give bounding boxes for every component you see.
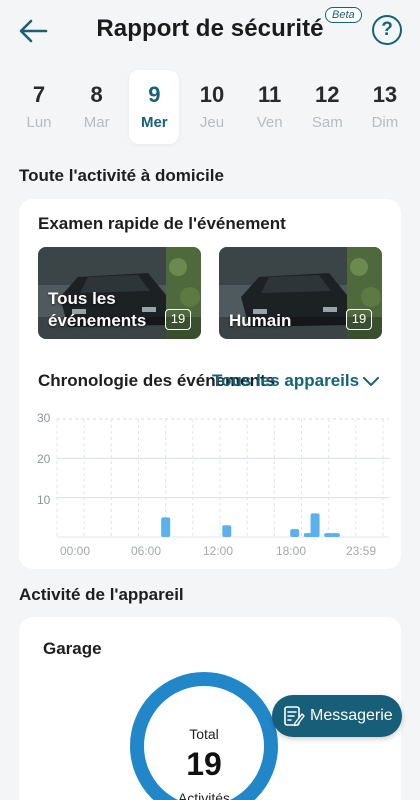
- day-number: 12: [315, 82, 340, 107]
- activity-donut-chart: Total 19 Activités: [130, 672, 278, 800]
- event-timeline-chart: [56, 418, 389, 538]
- help-button[interactable]: ?: [372, 15, 402, 45]
- chart-grid: [56, 418, 389, 538]
- day-number: 10: [199, 82, 225, 107]
- day-item[interactable]: 10 Jeu: [187, 70, 237, 144]
- day-number: 13: [372, 82, 398, 107]
- chart-bars: [161, 513, 340, 537]
- thumbnail-label: Humain: [229, 311, 292, 330]
- x-tick-label: 12:00: [203, 544, 234, 558]
- day-label: Jeu: [199, 114, 225, 131]
- day-item[interactable]: 12 Sam: [302, 70, 352, 144]
- day-item[interactable]: 11 Ven: [245, 70, 295, 144]
- donut-total-label: Total: [189, 726, 219, 742]
- day-label: Sam: [311, 114, 343, 131]
- day-label: Ven: [256, 114, 283, 131]
- device-filter-dropdown[interactable]: Tous les appareils: [212, 371, 380, 391]
- human-events-thumbnail[interactable]: Humain 19: [219, 247, 382, 339]
- quick-review-title: Examen rapide de l'événement: [38, 214, 286, 233]
- home-activity-card: Examen rapide de l'événement Tous les év…: [19, 199, 401, 569]
- beta-badge: Beta: [325, 7, 362, 23]
- donut-unit-label: Activités: [177, 790, 231, 800]
- day-label: Dim: [371, 114, 399, 131]
- messaging-button[interactable]: Messagerie: [272, 695, 402, 737]
- chart-bar: [161, 517, 171, 537]
- x-tick-label: 18:00: [276, 544, 307, 558]
- day-number: 11: [257, 82, 282, 107]
- device-activity-section-title: Activité de l'appareil: [19, 585, 184, 604]
- event-count-badge: 19: [346, 309, 372, 330]
- day-item[interactable]: 13 Dim: [360, 70, 410, 144]
- x-tick-label: 00:00: [60, 544, 91, 558]
- chevron-down-icon: [363, 376, 380, 386]
- device-name: Garage: [43, 639, 102, 658]
- day-label: Mer: [140, 114, 168, 131]
- day-item[interactable]: 8 Mar: [72, 70, 122, 144]
- home-activity-section-title: Toute l'activité à domicile: [19, 166, 224, 185]
- header: Rapport de sécurité Beta ?: [0, 0, 420, 62]
- day-selector: 7 Lun 8 Mar 9 Mer 10 Jeu 11 Ven 12 Sam 13 Dim: [14, 70, 410, 146]
- messaging-label: Messagerie: [310, 707, 393, 724]
- donut-total-value: 19: [186, 746, 222, 782]
- x-tick-label: 06:00: [131, 544, 162, 558]
- chart-bar: [330, 533, 340, 537]
- device-filter-label: Tous les appareils: [212, 371, 360, 390]
- x-tick-label: 23:59: [346, 544, 377, 558]
- thumbnail-label: Tous les événements: [48, 288, 158, 332]
- day-item-selected[interactable]: 9 Mer: [129, 70, 180, 144]
- thumbnail-label-text: Tous les événements: [48, 289, 147, 330]
- day-number: 7: [32, 82, 46, 107]
- day-label: Mar: [83, 114, 110, 131]
- day-number: 9: [148, 82, 161, 107]
- event-count-badge: 19: [165, 309, 191, 330]
- chart-bar: [222, 525, 232, 537]
- chart-bar: [310, 513, 320, 537]
- message-edit-icon: [284, 706, 305, 727]
- day-label: Lun: [26, 114, 52, 131]
- day-number: 8: [90, 82, 103, 107]
- chart-bar: [290, 529, 300, 537]
- all-events-thumbnail[interactable]: Tous les événements 19: [38, 247, 201, 339]
- day-item[interactable]: 7 Lun: [14, 70, 64, 144]
